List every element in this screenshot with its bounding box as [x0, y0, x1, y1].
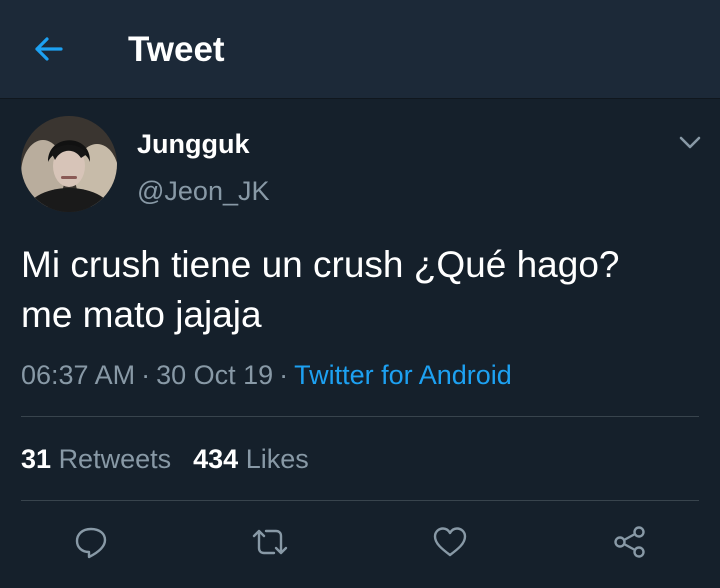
tweet-metadata: 06:37 AM · 30 Oct 19 · Twitter for Android: [21, 358, 512, 392]
divider: [21, 500, 699, 501]
share-button[interactable]: [610, 522, 650, 562]
divider: [21, 416, 699, 417]
avatar[interactable]: [21, 116, 117, 212]
tweet-text-line: me mato jajaja: [21, 294, 262, 335]
like-icon: [433, 527, 467, 557]
profile-photo: [21, 116, 117, 212]
retweet-button[interactable]: [250, 522, 290, 562]
tweet-options-button[interactable]: [676, 132, 704, 154]
likes-label: Likes: [245, 444, 309, 474]
reply-button[interactable]: [71, 522, 111, 562]
back-button[interactable]: [30, 31, 66, 67]
retweets-label: Retweets: [58, 444, 172, 474]
tweet-date: 30 Oct 19: [156, 360, 274, 390]
top-app-bar: Tweet: [0, 0, 720, 99]
tweet-stats: 31 Retweets 434 Likes: [21, 442, 309, 476]
tweet-text-line: Mi crush tiene un crush ¿Qué hago?: [21, 244, 620, 285]
author-display-name[interactable]: Jungguk: [137, 128, 250, 160]
arrow-left-icon: [35, 37, 63, 61]
meta-separator: ·: [279, 360, 289, 390]
likes-stat[interactable]: 434 Likes: [193, 444, 309, 474]
chevron-down-icon: [679, 136, 701, 149]
meta-separator: ·: [141, 360, 151, 390]
tweet-text: Mi crush tiene un crush ¿Qué hago? me ma…: [21, 240, 701, 340]
tweet-source-link[interactable]: Twitter for Android: [294, 360, 512, 390]
tweet-time: 06:37 AM: [21, 360, 136, 390]
page-title: Tweet: [128, 30, 225, 69]
likes-count: 434: [193, 444, 239, 474]
retweets-count: 31: [21, 444, 52, 474]
retweets-stat[interactable]: 31 Retweets: [21, 444, 171, 474]
retweet-icon: [252, 529, 288, 555]
like-button[interactable]: [430, 522, 470, 562]
tweet-detail-screen: Tweet Jungguk @Jeon_JK Mi crush tiene un…: [0, 0, 720, 588]
share-icon: [614, 526, 645, 558]
reply-icon: [75, 527, 107, 559]
author-handle[interactable]: @Jeon_JK: [137, 175, 269, 207]
